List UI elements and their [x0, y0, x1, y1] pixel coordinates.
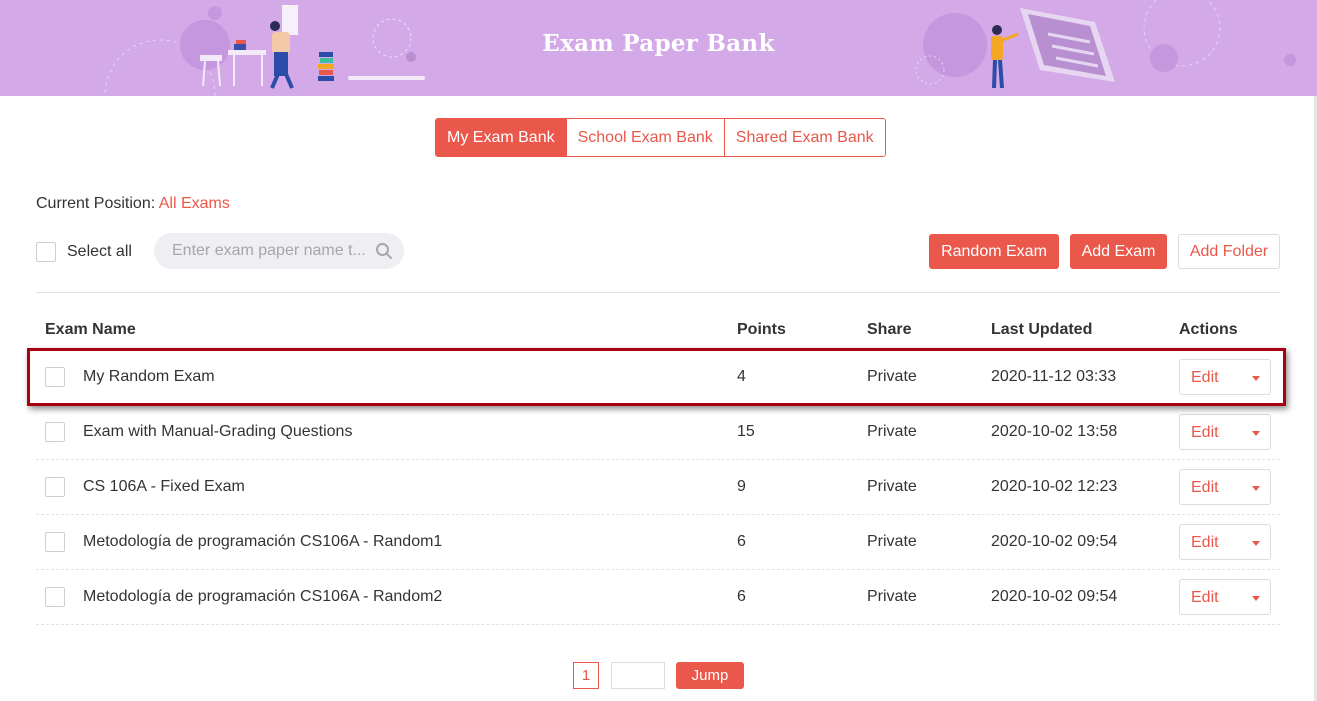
edit-dropdown-button[interactable]: Edit	[1179, 469, 1271, 505]
header-banner: Exam Paper Bank	[0, 0, 1317, 96]
breadcrumb-all-exams-link[interactable]: All Exams	[159, 195, 230, 212]
caret-down-icon[interactable]	[1252, 376, 1260, 381]
edit-dropdown-button[interactable]: Edit	[1179, 414, 1271, 450]
caret-down-icon[interactable]	[1252, 486, 1260, 491]
tab-shared-exam-bank[interactable]: Shared Exam Bank	[723, 119, 885, 156]
row-checkbox[interactable]	[45, 532, 65, 552]
column-header-share: Share	[867, 321, 912, 338]
exam-points: 6	[737, 533, 746, 550]
table-row: Metodología de programación CS106A - Ran…	[36, 515, 1280, 570]
exam-name[interactable]: Metodología de programación CS106A - Ran…	[83, 533, 442, 551]
row-checkbox[interactable]	[45, 477, 65, 497]
edit-dropdown-button[interactable]: Edit	[1179, 524, 1271, 560]
exam-last-updated: 2020-10-02 09:54	[991, 588, 1118, 605]
search-input[interactable]	[172, 233, 372, 269]
select-all-checkbox[interactable]	[36, 242, 56, 262]
table-row: Metodología de programación CS106A - Ran…	[36, 570, 1280, 625]
exam-name[interactable]: Metodología de programación CS106A - Ran…	[83, 588, 442, 606]
edit-label: Edit	[1191, 479, 1219, 496]
tab-school-exam-bank[interactable]: School Exam Bank	[565, 119, 724, 156]
row-checkbox[interactable]	[45, 367, 65, 387]
table-row: Exam with Manual-Grading Questions 15 Pr…	[36, 405, 1280, 460]
page-title: Exam Paper Bank	[542, 30, 775, 57]
random-exam-button[interactable]: Random Exam	[929, 234, 1059, 269]
page-jump-input[interactable]	[611, 662, 665, 689]
exam-share: Private	[867, 478, 917, 495]
edit-dropdown-button[interactable]: Edit	[1179, 579, 1271, 615]
exam-share: Private	[867, 423, 917, 440]
column-header-exam-name: Exam Name	[45, 321, 136, 338]
exam-share: Private	[867, 368, 917, 385]
column-header-last-updated: Last Updated	[991, 321, 1093, 338]
column-header-points: Points	[737, 321, 786, 338]
toolbar-divider	[36, 292, 1280, 293]
tab-my-exam-bank[interactable]: My Exam Bank	[436, 119, 566, 156]
exam-points: 6	[737, 588, 746, 605]
exam-name[interactable]: My Random Exam	[83, 368, 215, 386]
jump-button[interactable]: Jump	[676, 662, 744, 689]
edit-label: Edit	[1191, 589, 1219, 606]
exam-last-updated: 2020-10-02 09:54	[991, 533, 1118, 550]
row-checkbox[interactable]	[45, 587, 65, 607]
exam-name[interactable]: Exam with Manual-Grading Questions	[83, 423, 352, 441]
table-row: My Random Exam 4 Private 2020-11-12 03:3…	[36, 350, 1280, 405]
search-box	[154, 233, 404, 269]
pagination-page-1[interactable]: 1	[573, 662, 599, 689]
exam-bank-tabs: My Exam Bank School Exam Bank Shared Exa…	[435, 118, 886, 157]
breadcrumb: Current Position: All Exams	[36, 195, 230, 213]
caret-down-icon[interactable]	[1252, 596, 1260, 601]
caret-down-icon[interactable]	[1252, 431, 1260, 436]
exam-share: Private	[867, 588, 917, 605]
edit-dropdown-button[interactable]: Edit	[1179, 359, 1271, 395]
select-all-label: Select all	[67, 243, 132, 260]
column-header-actions: Actions	[1179, 321, 1238, 338]
caret-down-icon[interactable]	[1252, 541, 1260, 546]
exam-last-updated: 2020-11-12 03:33	[991, 368, 1117, 385]
edit-label: Edit	[1191, 369, 1219, 386]
row-checkbox[interactable]	[45, 422, 65, 442]
edit-label: Edit	[1191, 534, 1219, 551]
search-icon[interactable]	[375, 242, 393, 260]
exam-points: 4	[737, 368, 746, 385]
exam-name[interactable]: CS 106A - Fixed Exam	[83, 478, 245, 496]
exam-share: Private	[867, 533, 917, 550]
table-row: CS 106A - Fixed Exam 9 Private 2020-10-0…	[36, 460, 1280, 515]
add-folder-button[interactable]: Add Folder	[1178, 234, 1280, 269]
exam-points: 9	[737, 478, 746, 495]
exam-points: 15	[737, 423, 755, 440]
exam-last-updated: 2020-10-02 12:23	[991, 478, 1118, 495]
breadcrumb-prefix: Current Position:	[36, 195, 156, 212]
add-exam-button[interactable]: Add Exam	[1070, 234, 1167, 269]
exam-last-updated: 2020-10-02 13:58	[991, 423, 1118, 440]
edit-label: Edit	[1191, 424, 1219, 441]
